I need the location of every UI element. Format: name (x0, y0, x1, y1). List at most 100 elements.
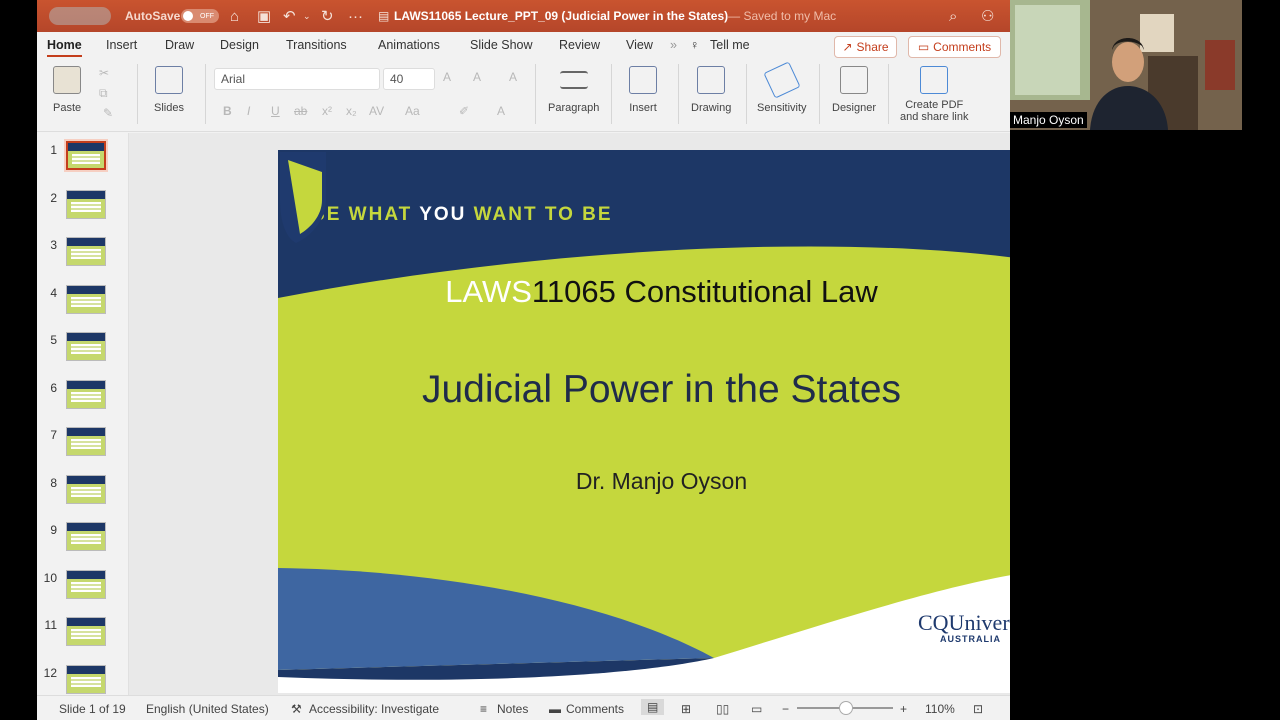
tab-home[interactable]: Home (47, 38, 82, 57)
thumb-number: 1 (50, 143, 57, 157)
save-icon[interactable]: ▣ (257, 0, 271, 32)
slide-thumbnail[interactable] (66, 665, 106, 694)
reading-view-icon[interactable]: ▯▯ (716, 702, 729, 716)
italic-icon[interactable]: I (247, 104, 250, 118)
slide-thumbnail[interactable] (66, 522, 106, 551)
separator (746, 64, 747, 124)
comments-label: Comments (933, 40, 992, 54)
slide-thumbnail[interactable] (66, 237, 106, 266)
paragraph-button[interactable]: Paragraph (548, 66, 599, 114)
slide-editing-area[interactable]: BE WHAT YOU WANT TO BE LAWS11065 Constit… (129, 133, 1010, 695)
slide-thumbnail[interactable] (66, 190, 106, 219)
superscript-icon[interactable]: x² (322, 104, 332, 118)
tab-slide-show[interactable]: Slide Show (470, 38, 533, 52)
create-pdf-label: Create PDF (905, 99, 964, 111)
create-pdf-button[interactable]: Create PDF and share link (900, 66, 969, 123)
slide-thumbnail-pane[interactable]: 1 2 3 4 5 6 7 8 9 10 11 12 (37, 133, 129, 695)
status-bar: Slide 1 of 19 English (United States) ⚒ … (37, 695, 1010, 720)
webcam-video: Manjo Oyson (1010, 0, 1242, 130)
language-indicator[interactable]: English (United States) (146, 702, 269, 716)
separator (205, 64, 206, 124)
comments-button[interactable]: ▭ Comments (908, 36, 1001, 58)
highlight-icon[interactable]: ✐ (459, 104, 469, 118)
slide-thumbnail[interactable] (66, 427, 106, 456)
char-spacing-icon[interactable]: AV (369, 104, 384, 118)
slide-course-title[interactable]: LAWS11065 Constitutional Law (278, 274, 1010, 310)
tell-me-search[interactable]: Tell me (710, 38, 750, 52)
tab-insert[interactable]: Insert (106, 38, 137, 52)
clear-format-icon[interactable]: A (509, 70, 517, 84)
slideshow-view-icon[interactable]: ▭ (751, 702, 762, 716)
autosave-toggle[interactable]: OFF (181, 9, 219, 23)
decrease-font-icon[interactable]: A (473, 70, 481, 84)
insert-button[interactable]: Insert (629, 66, 657, 114)
slide-main-title[interactable]: Judicial Power in the States (278, 368, 1010, 412)
more-icon[interactable]: ··· (348, 0, 363, 32)
tab-review[interactable]: Review (559, 38, 600, 52)
slides-button[interactable]: Slides (154, 66, 184, 114)
zoom-slider-thumb[interactable] (839, 701, 853, 715)
format-painter-icon[interactable]: ✎ (103, 106, 113, 120)
undo-icon[interactable]: ↶ (283, 0, 296, 32)
slide-thumbnail[interactable] (66, 285, 106, 314)
sensitivity-icon (763, 61, 801, 99)
current-slide[interactable]: BE WHAT YOU WANT TO BE LAWS11065 Constit… (278, 150, 1010, 693)
drawing-button[interactable]: Drawing (691, 66, 731, 114)
slide-author[interactable]: Dr. Manjo Oyson (278, 468, 1010, 495)
tab-transitions[interactable]: Transitions (286, 38, 347, 52)
slide-thumbnail[interactable] (64, 139, 108, 172)
redo-icon[interactable]: ↻ (321, 0, 334, 32)
share-button[interactable]: ↗ Share (834, 36, 897, 58)
slide-thumbnail[interactable] (66, 617, 106, 646)
comments-status-button[interactable]: Comments (566, 702, 624, 716)
subscript-icon[interactable]: x₂ (346, 104, 357, 118)
slide-thumbnail[interactable] (66, 332, 106, 361)
slide-thumbnail[interactable] (66, 380, 106, 409)
tab-view[interactable]: View (626, 38, 653, 52)
zoom-level[interactable]: 110% (925, 702, 955, 716)
designer-icon (840, 66, 869, 94)
slide-thumbnail[interactable] (66, 475, 106, 504)
strikethrough-icon[interactable]: ab (294, 104, 307, 118)
designer-button[interactable]: Designer (832, 66, 876, 114)
copy-icon[interactable]: ⧉ (99, 86, 108, 101)
undo-dropdown-icon[interactable]: ⌄ (303, 0, 311, 32)
normal-view-icon[interactable]: ▤ (641, 699, 665, 715)
course-code: LAWS (445, 274, 532, 309)
slides-icon (154, 66, 183, 94)
drawing-label: Drawing (691, 102, 732, 114)
overflow-chevron-icon[interactable]: » (670, 38, 677, 52)
account-icon[interactable]: ⚇ (981, 0, 994, 32)
separator (819, 64, 820, 124)
font-name-select[interactable]: Arial (214, 68, 380, 90)
fit-to-window-icon[interactable]: ⊡ (973, 702, 983, 716)
sensitivity-label: Sensitivity (757, 102, 807, 114)
tab-animations[interactable]: Animations (378, 38, 440, 52)
cut-icon[interactable]: ✂ (99, 66, 109, 80)
lightbulb-icon: ♀ (690, 38, 700, 52)
powerpoint-window: AutoSave OFF ⌂ ▣ ↶ ⌄ ↻ ··· ▤ LAWS11065 L… (37, 0, 1010, 720)
bold-icon[interactable]: B (223, 104, 232, 118)
share-label: Share (856, 40, 889, 54)
search-icon[interactable]: ⌕ (949, 0, 957, 32)
accessibility-status[interactable]: Accessibility: Investigate (309, 702, 439, 716)
change-case-icon[interactable]: Aa (405, 104, 420, 118)
logo-subtitle: AUSTRALIA (940, 634, 1001, 644)
zoom-out-icon[interactable]: − (782, 702, 789, 716)
thumb-number: 12 (43, 666, 57, 680)
slides-label: Slides (154, 102, 184, 114)
slide-sorter-icon[interactable]: ⊞ (681, 702, 691, 716)
home-icon[interactable]: ⌂ (230, 0, 239, 32)
slide-thumbnail[interactable] (66, 570, 106, 599)
underline-icon[interactable]: U (271, 104, 280, 118)
increase-font-icon[interactable]: A (443, 70, 451, 84)
window-controls[interactable] (49, 7, 111, 25)
paste-button[interactable]: Paste (53, 66, 81, 114)
sensitivity-button[interactable]: Sensitivity (757, 61, 807, 114)
font-color-icon[interactable]: A (497, 104, 505, 118)
zoom-in-icon[interactable]: + (900, 702, 907, 716)
notes-button[interactable]: Notes (497, 702, 528, 716)
font-size-select[interactable]: 40 (383, 68, 435, 90)
tab-draw[interactable]: Draw (165, 38, 194, 52)
tab-design[interactable]: Design (220, 38, 259, 52)
